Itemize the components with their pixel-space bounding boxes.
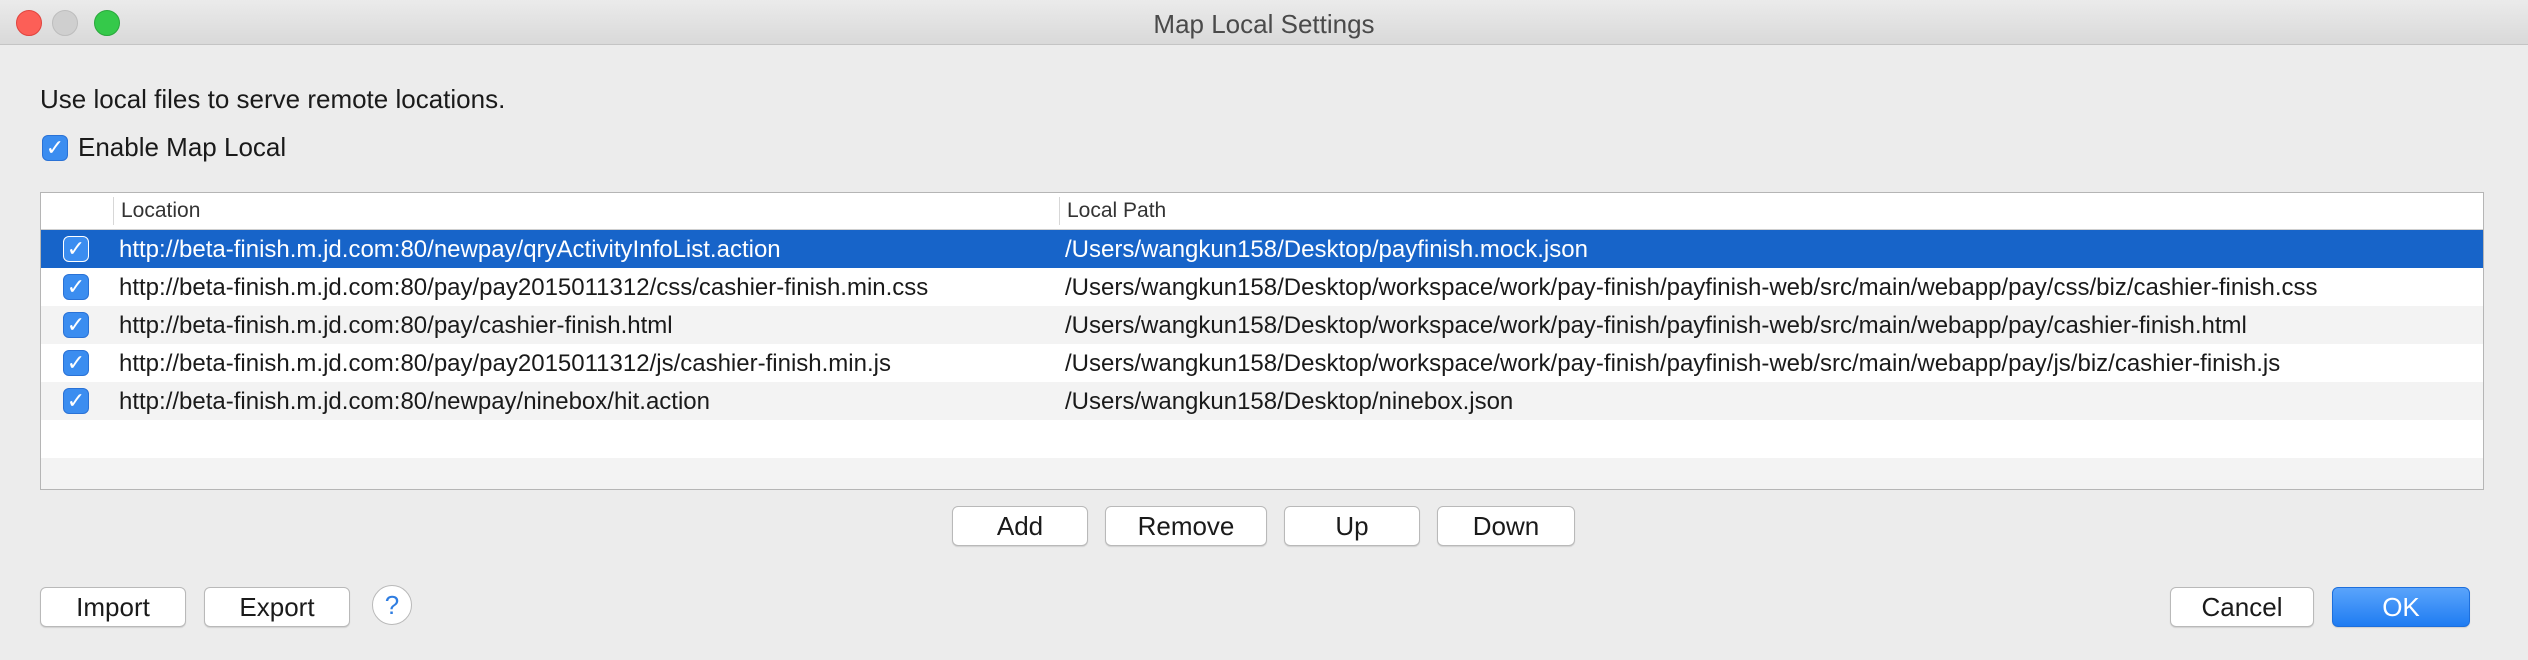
- checkmark-icon: ✓: [66, 312, 86, 337]
- location-cell: http://beta-finish.m.jd.com:80/pay/cashi…: [119, 312, 673, 339]
- table-row[interactable]: ✓ http://beta-finish.m.jd.com:80/pay/pay…: [41, 268, 2483, 306]
- table-row[interactable]: ✓ http://beta-finish.m.jd.com:80/pay/pay…: [41, 344, 2483, 382]
- table-row[interactable]: ✓ http://beta-finish.m.jd.com:80/newpay/…: [41, 230, 2483, 268]
- location-cell: http://beta-finish.m.jd.com:80/newpay/qr…: [119, 236, 781, 263]
- enable-map-local[interactable]: ✓ Enable Map Local: [42, 132, 286, 163]
- down-button[interactable]: Down: [1437, 506, 1575, 546]
- empty-row: [41, 420, 2483, 458]
- window-title: Map Local Settings: [1153, 9, 1375, 39]
- enable-map-local-label: Enable Map Local: [78, 132, 287, 162]
- row-enabled-checkbox[interactable]: ✓: [63, 388, 89, 414]
- question-icon: ?: [384, 590, 400, 620]
- cancel-button[interactable]: Cancel: [2170, 587, 2314, 627]
- remove-button[interactable]: Remove: [1105, 506, 1267, 546]
- ok-button[interactable]: OK: [2332, 587, 2470, 627]
- empty-row: [41, 458, 2483, 489]
- checkmark-icon: ✓: [66, 236, 86, 261]
- local-path-cell: /Users/wangkun158/Desktop/payfinish.mock…: [1065, 236, 1588, 263]
- import-button[interactable]: Import: [40, 587, 186, 627]
- local-path-cell: /Users/wangkun158/Desktop/workspace/work…: [1065, 274, 2318, 301]
- table-row[interactable]: ✓ http://beta-finish.m.jd.com:80/pay/cas…: [41, 306, 2483, 344]
- help-button[interactable]: ?: [372, 585, 412, 625]
- local-path-cell: /Users/wangkun158/Desktop/workspace/work…: [1065, 312, 2247, 339]
- export-button[interactable]: Export: [204, 587, 350, 627]
- enable-map-local-checkbox[interactable]: ✓: [42, 134, 68, 161]
- mappings-table: Location Local Path ✓ http://beta-finish…: [40, 192, 2484, 490]
- up-button[interactable]: Up: [1284, 506, 1420, 546]
- checkmark-icon: ✓: [45, 134, 65, 160]
- checkmark-icon: ✓: [66, 274, 86, 299]
- table-row[interactable]: ✓ http://beta-finish.m.jd.com:80/newpay/…: [41, 382, 2483, 420]
- column-separator: [113, 197, 114, 225]
- local-path-cell: /Users/wangkun158/Desktop/workspace/work…: [1065, 350, 2281, 377]
- row-enabled-checkbox[interactable]: ✓: [63, 350, 89, 376]
- column-header-local-path[interactable]: Local Path: [1067, 199, 1166, 223]
- title-bar: Map Local Settings: [0, 0, 2528, 45]
- intro-text: Use local files to serve remote location…: [40, 84, 506, 114]
- location-cell: http://beta-finish.m.jd.com:80/pay/pay20…: [119, 274, 929, 301]
- location-cell: http://beta-finish.m.jd.com:80/pay/pay20…: [119, 350, 891, 377]
- row-enabled-checkbox[interactable]: ✓: [63, 312, 89, 338]
- row-enabled-checkbox[interactable]: ✓: [63, 274, 89, 300]
- checkmark-icon: ✓: [66, 388, 86, 413]
- table-header: Location Local Path: [41, 193, 2483, 230]
- checkmark-icon: ✓: [66, 350, 86, 375]
- local-path-cell: /Users/wangkun158/Desktop/ninebox.json: [1065, 388, 1514, 415]
- column-header-location[interactable]: Location: [121, 199, 200, 223]
- row-enabled-checkbox[interactable]: ✓: [63, 236, 89, 262]
- location-cell: http://beta-finish.m.jd.com:80/newpay/ni…: [119, 388, 710, 415]
- column-separator: [1059, 197, 1060, 225]
- add-button[interactable]: Add: [952, 506, 1088, 546]
